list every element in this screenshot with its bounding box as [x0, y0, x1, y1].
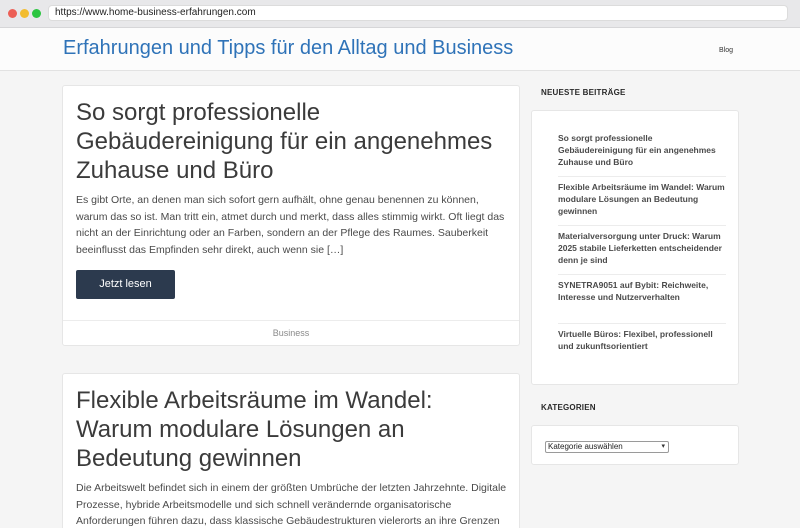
- category-select-value: Kategorie auswählen: [548, 442, 623, 451]
- post-category-link[interactable]: Business: [273, 328, 310, 338]
- post-excerpt: Die Arbeitswelt befindet sich in einem d…: [76, 482, 507, 527]
- read-more-button[interactable]: Jetzt lesen: [76, 270, 175, 299]
- post-category-footer: Business: [63, 320, 519, 346]
- category-select[interactable]: Kategorie auswählen ▾: [545, 441, 669, 453]
- post-excerpt: Es gibt Orte, an denen man sich sofort g…: [76, 194, 505, 256]
- categories-widget: Kategorie auswählen ▾: [531, 425, 739, 465]
- address-bar[interactable]: https://www.home-business-erfahrungen.co…: [48, 5, 788, 21]
- recent-posts-list: So sorgt professionelle Gebäudereinigung…: [558, 128, 726, 373]
- post-title[interactable]: So sorgt professionelle Gebäudereinigung…: [76, 98, 496, 185]
- site-title[interactable]: Erfahrungen und Tipps für den Alltag und…: [63, 37, 513, 60]
- categories-heading: KATEGORIEN: [541, 403, 596, 412]
- recent-post-link[interactable]: Virtuelle Büros: Flexibel, professionell…: [558, 324, 726, 373]
- recent-post-link[interactable]: Materialversorgung unter Druck: Warum 20…: [558, 226, 726, 275]
- post-card: Flexible Arbeitsräume im Wandel: Warum m…: [62, 373, 520, 528]
- recent-posts-widget: So sorgt professionelle Gebäudereinigung…: [531, 110, 739, 385]
- post-title[interactable]: Flexible Arbeitsräume im Wandel: Warum m…: [76, 386, 496, 473]
- site-header: Erfahrungen und Tipps für den Alltag und…: [0, 28, 800, 71]
- close-window-icon[interactable]: [8, 9, 17, 18]
- recent-post-link[interactable]: Flexible Arbeitsräume im Wandel: Warum m…: [558, 177, 726, 226]
- recent-post-link[interactable]: SYNETRA9051 auf Bybit: Reichweite, Inter…: [558, 275, 726, 324]
- recent-posts-heading: NEUESTE BEITRÄGE: [541, 88, 626, 97]
- post-card: So sorgt professionelle Gebäudereinigung…: [62, 85, 520, 346]
- maximize-window-icon[interactable]: [32, 9, 41, 18]
- recent-post-link[interactable]: So sorgt professionelle Gebäudereinigung…: [558, 128, 726, 177]
- nav-item-blog[interactable]: Blog: [719, 47, 733, 54]
- minimize-window-icon[interactable]: [20, 9, 29, 18]
- chevron-down-icon: ▾: [661, 443, 665, 450]
- browser-chrome: https://www.home-business-erfahrungen.co…: [0, 0, 800, 28]
